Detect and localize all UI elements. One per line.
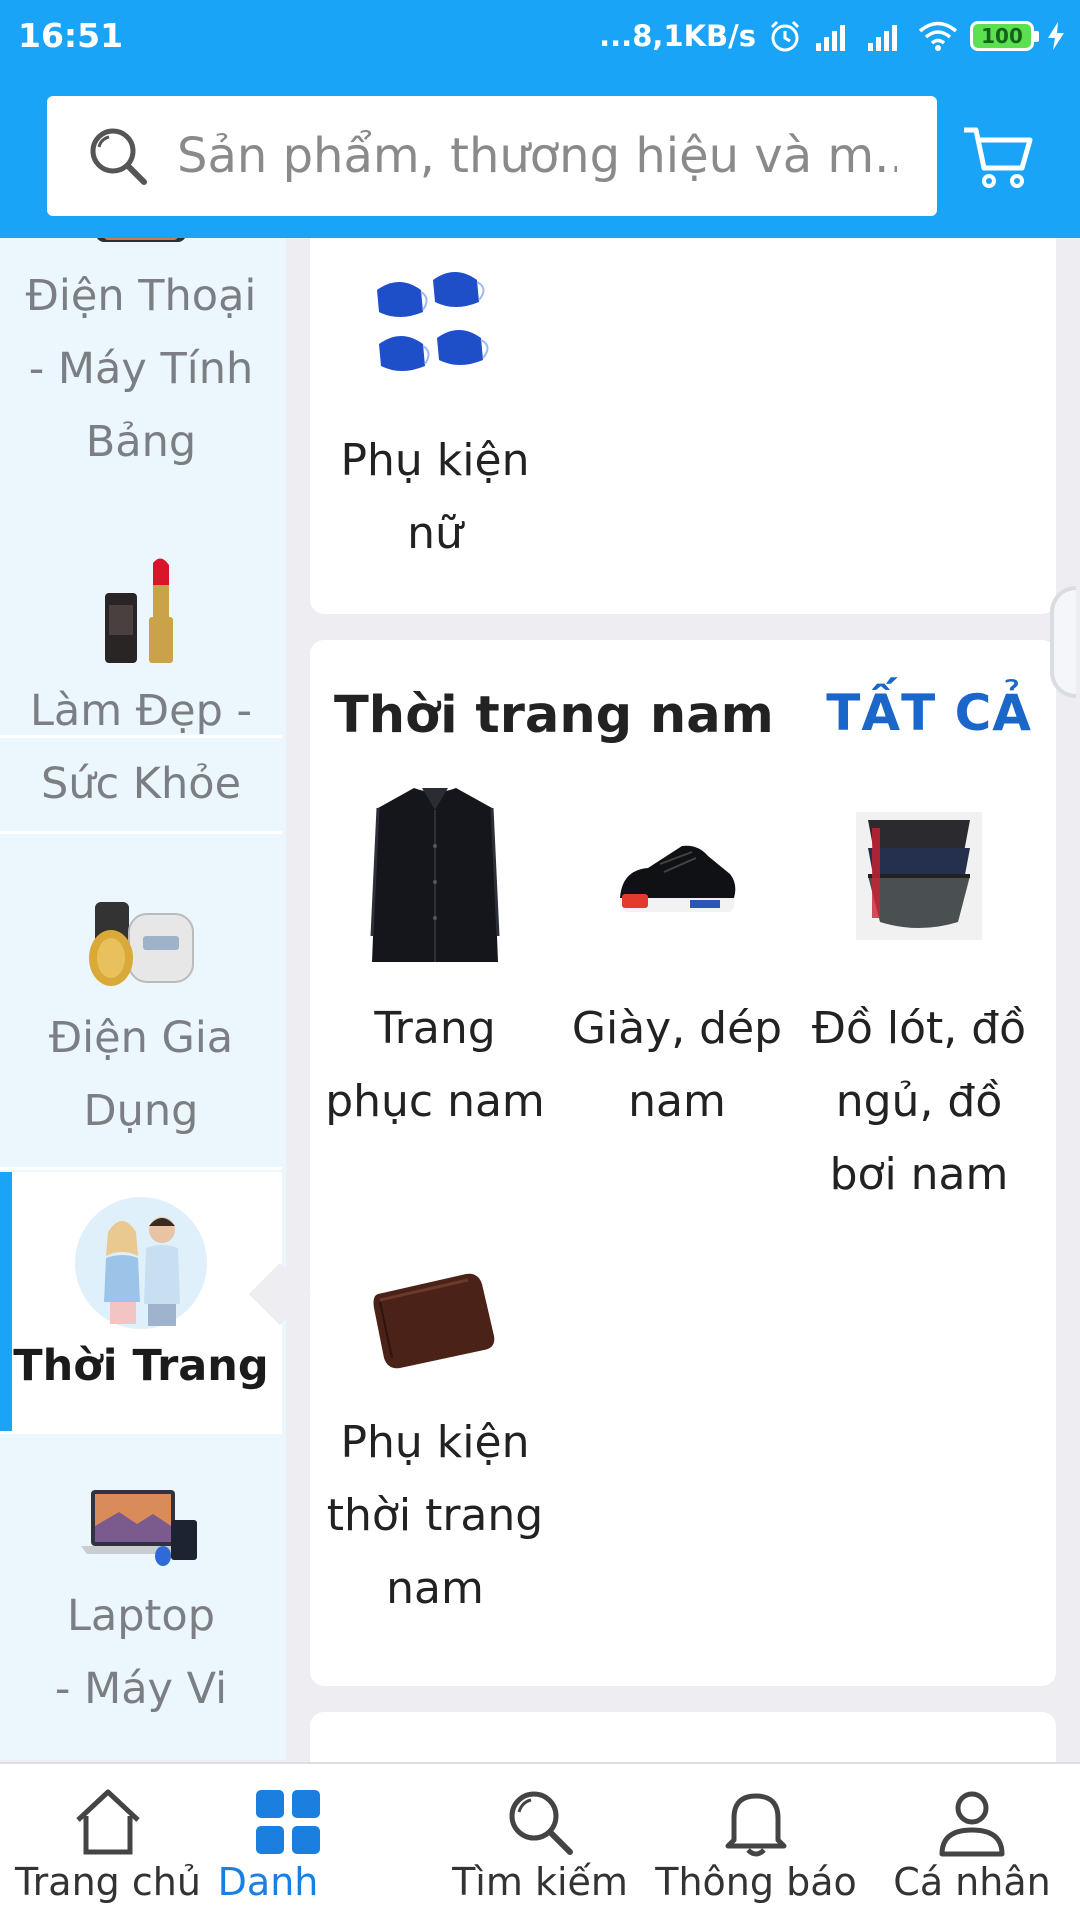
subcategory-do-lot-nam[interactable]: Đồ lót, đồ ngủ, đồ bơi nam (799, 786, 1039, 1211)
status-bar: 16:51 ...8,1KB/s 100 (0, 0, 1080, 72)
nav-label: Tìm kiếm (452, 1860, 628, 1904)
nav-label: Cá nhân (893, 1860, 1051, 1904)
subcategory-label: thời trang (326, 1490, 544, 1541)
subcategory-phu-kien-thoi-trang-nam[interactable]: Phụ kiện thời trang nam (315, 1250, 555, 1625)
cart-icon[interactable] (960, 118, 1036, 194)
subcategory-giay-dep-nam[interactable]: Giày, dép nam (557, 786, 797, 1138)
charging-icon (1048, 22, 1064, 50)
subcategory-label: phục nam (325, 1076, 545, 1127)
sidebar-item-lam-dep[interactable]: Làm Đẹp - Sức Khỏe (0, 500, 282, 834)
subcategory-label: Phụ kiện (340, 1417, 530, 1468)
alarm-icon (770, 20, 800, 52)
sidebar-item-label: Điện Thoại (25, 271, 257, 321)
home-icon (76, 1789, 140, 1855)
search-bar[interactable] (47, 96, 937, 216)
subcategory-label: Phụ kiện (340, 435, 530, 486)
sidebar-item-label: Bảng (85, 417, 197, 467)
nav-profile[interactable]: Cá nhân (864, 1764, 1080, 1920)
app-header: 16:51 ...8,1KB/s 100 (0, 0, 1080, 238)
signal-icon (816, 25, 845, 51)
see-all-link[interactable]: TẤT CẢ (826, 684, 1032, 742)
wifi-icon (918, 21, 958, 51)
lipstick-icon (105, 558, 173, 663)
sidebar-item-thoi-trang[interactable]: Thời Trang (0, 1172, 282, 1434)
sidebar-item-label: - Máy Tính (28, 344, 254, 394)
nav-danh-muc[interactable]: Danh (180, 1764, 396, 1920)
user-icon (939, 1791, 1005, 1857)
sidebar-item-label: Dụng (83, 1086, 199, 1136)
sidebar-item-dien-gia-dung[interactable]: Điện Gia Dụng (0, 837, 282, 1170)
section-women-accessories: Phụ kiện nữ (310, 200, 1056, 614)
section-men-fashion: Thời trang nam TẤT CẢ Trang phục nam Già… (310, 640, 1056, 1686)
subcategory-label: Giày, dép (571, 1003, 783, 1054)
sidebar-item-label: - Máy Vi (54, 1664, 228, 1714)
category-sidebar: Điện Thoại - Máy Tính Bảng Làm Đẹp - Sức… (0, 238, 286, 1760)
sneaker-icon (619, 845, 736, 912)
shirt-icon (370, 788, 500, 962)
subcategory-trang-phuc-nam[interactable]: Trang phục nam (315, 786, 555, 1138)
scroll-handle[interactable] (1050, 586, 1076, 698)
status-icons: ...8,1KB/s 100 (599, 12, 1066, 60)
subcategory-label: bơi nam (829, 1149, 1009, 1200)
nav-label: Thông báo (655, 1860, 857, 1904)
section-title: Thời trang nam (334, 686, 774, 745)
underwear-icon (856, 812, 982, 940)
sidebar-item-label: Laptop (66, 1591, 216, 1641)
sidebar-item-label: Thời Trang (13, 1341, 269, 1391)
status-time: 16:51 (18, 16, 124, 55)
network-speed: ...8,1KB/s (599, 19, 756, 53)
appliance-icon (89, 902, 194, 986)
phone-tablet-icon (97, 238, 185, 242)
nav-notifications[interactable]: Thông báo (648, 1764, 864, 1920)
grid-icon (256, 1790, 320, 1854)
search-icon (509, 1791, 573, 1855)
search-input[interactable] (177, 128, 897, 184)
bell-icon (725, 1793, 787, 1857)
subcategory-label: ngủ, đồ (835, 1076, 1003, 1127)
sidebar-item-label: Sức Khỏe (40, 759, 242, 809)
subcategory-label: nam (628, 1076, 726, 1127)
battery-icon: 100 (970, 21, 1039, 51)
face-mask-icon (377, 272, 489, 371)
search-icon (90, 128, 147, 185)
nav-label: Danh (217, 1860, 319, 1904)
fashion-couple-icon (75, 1197, 207, 1329)
sidebar-item-label: Điện Gia (48, 1013, 234, 1063)
subcategory-phu-kien-nu[interactable]: Phụ kiện nữ (315, 266, 555, 570)
wallet-icon (373, 1273, 495, 1369)
subcategory-label: nam (386, 1563, 484, 1614)
subcategory-label: nữ (407, 508, 463, 559)
signal-icon-2 (868, 25, 897, 51)
sidebar-item-laptop[interactable]: Laptop - Máy Vi (0, 1436, 282, 1760)
laptop-icon (81, 1490, 197, 1566)
sidebar-item-label: Làm Đẹp - (29, 686, 253, 736)
subcategory-label: Đồ lót, đồ (811, 1003, 1027, 1054)
nav-search[interactable]: Tìm kiếm (432, 1764, 648, 1920)
subcategory-label: Trang (374, 1003, 496, 1054)
bottom-navigation: Trang chủ Danh Tìm kiếm Thông báo Cá nhâ… (0, 1762, 1080, 1920)
